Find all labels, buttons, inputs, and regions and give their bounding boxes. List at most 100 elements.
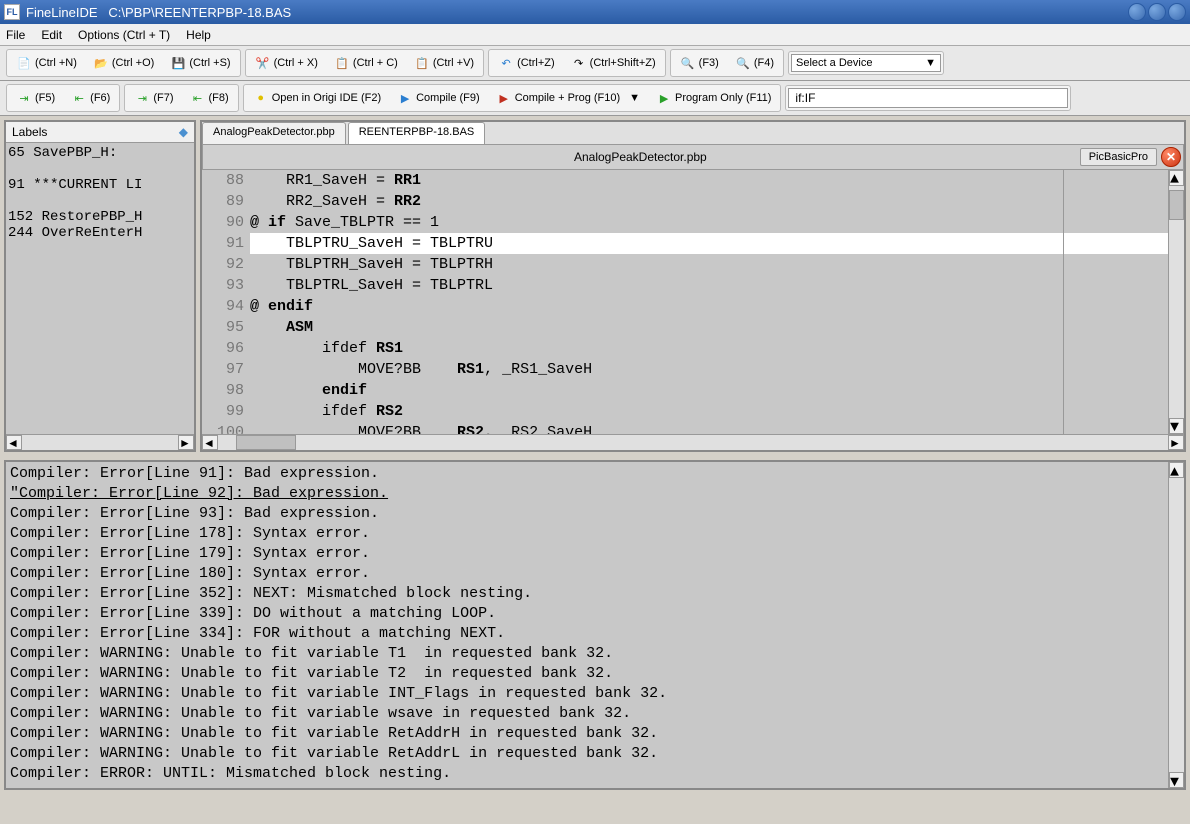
output-line: Compiler: WARNING: Unable to fit variabl… (10, 644, 1180, 664)
open-file-button[interactable]: 📂(Ctrl +O) (86, 52, 161, 74)
scroll-up-button[interactable]: ▲ (1169, 462, 1184, 478)
output-line: Compiler: WARNING: Unable to fit variabl… (10, 724, 1180, 744)
title-bar: FL FineLineIDE C:\PBP\REENTERPBP-18.BAS (0, 0, 1190, 24)
code-line[interactable]: ifdef RS1 (250, 338, 1168, 359)
compile-button[interactable]: ▶Compile (F9) (390, 87, 487, 109)
hscroll-thumb[interactable] (236, 435, 296, 450)
menu-options[interactable]: Options (Ctrl + T) (78, 28, 170, 42)
output-vscroll[interactable]: ▲ ▼ (1168, 462, 1184, 788)
circle-icon: ● (253, 90, 269, 106)
redo-button[interactable]: ↷(Ctrl+Shift+Z) (564, 52, 663, 74)
line-gutter: 888990919293949596979899100 (202, 170, 250, 434)
code-line[interactable]: MOVE?BB RS2, RS2 SaveH (250, 422, 1168, 434)
f5-button[interactable]: ⇥(F5) (9, 87, 62, 109)
code-line[interactable]: MOVE?BB RS1, _RS1_SaveH (250, 359, 1168, 380)
scroll-right-button[interactable]: ► (178, 435, 194, 450)
close-editor-button[interactable]: ✕ (1161, 147, 1181, 167)
sidebar-header[interactable]: Labels ◆ (6, 122, 194, 143)
output-line: Compiler: Error[Line 93]: Bad expression… (10, 504, 1180, 524)
code-line[interactable]: RR1_SaveH = RR1 (250, 170, 1168, 191)
scroll-right-button[interactable]: ► (1168, 435, 1184, 450)
toolbar-row-1: 📄(Ctrl +N) 📂(Ctrl +O) 💾(Ctrl +S) ✂️(Ctrl… (0, 46, 1190, 81)
main-area: Labels ◆ 65 SavePBP_H: 91 ***CURRENT LI … (0, 116, 1190, 456)
menu-bar: File Edit Options (Ctrl + T) Help (0, 24, 1190, 46)
sidebar-item[interactable]: 65 SavePBP_H: (8, 145, 192, 161)
f6-button[interactable]: ⇤(F6) (64, 87, 117, 109)
sidebar-hscroll[interactable]: ◄ ► (6, 434, 194, 450)
menu-edit[interactable]: Edit (41, 28, 62, 42)
scroll-left-button[interactable]: ◄ (6, 435, 22, 450)
editor-hscroll[interactable]: ◄ ► (202, 434, 1184, 450)
scroll-down-button[interactable]: ▼ (1169, 418, 1184, 434)
title-text: FineLineIDE C:\PBP\REENTERPBP-18.BAS (26, 5, 1128, 20)
maximize-button[interactable] (1148, 3, 1166, 21)
ruler-line (1063, 170, 1064, 434)
outdent-icon: ⇤ (190, 90, 206, 106)
sidebar-item[interactable]: 244 OverReEnterH (8, 225, 192, 241)
copy-button[interactable]: 📋(Ctrl + C) (327, 52, 405, 74)
scroll-thumb[interactable] (1169, 190, 1184, 220)
code-line[interactable]: @ if Save_TBLPTR == 1 (250, 212, 1168, 233)
editor-area: AnalogPeakDetector.pbpREENTERPBP-18.BAS … (200, 120, 1186, 452)
f8-button[interactable]: ⇤(F8) (183, 87, 236, 109)
code-line[interactable]: TBLPTRU_SaveH = TBLPTRU (250, 233, 1168, 254)
code-line[interactable]: ifdef RS2 (250, 401, 1168, 422)
document-icon: 📄 (16, 55, 32, 71)
code-line[interactable]: endif (250, 380, 1168, 401)
indent-icon: ⇥ (134, 90, 150, 106)
sidebar-item[interactable]: 152 RestorePBP_H (8, 209, 192, 225)
app-icon: FL (4, 4, 20, 20)
output-line: Compiler: Error[Line 334]: FOR without a… (10, 624, 1180, 644)
compiler-output[interactable]: Compiler: Error[Line 91]: Bad expression… (4, 460, 1186, 790)
editor-tab[interactable]: AnalogPeakDetector.pbp (202, 122, 346, 144)
save-icon: 💾 (170, 55, 186, 71)
code-line[interactable]: TBLPTRL_SaveH = TBLPTRL (250, 275, 1168, 296)
editor-title: AnalogPeakDetector.pbp (203, 148, 1078, 166)
toolbar-row-2: ⇥(F5) ⇤(F6) ⇥(F7) ⇤(F8) ●Open in Origi I… (0, 81, 1190, 116)
code-line[interactable]: RR2_SaveH = RR2 (250, 191, 1168, 212)
device-select[interactable]: Select a Device▼ (791, 54, 941, 72)
menu-help[interactable]: Help (186, 28, 211, 42)
code-line[interactable]: ASM (250, 317, 1168, 338)
find-button[interactable]: 🔍(F3) (673, 52, 726, 74)
sidebar-body[interactable]: 65 SavePBP_H: 91 ***CURRENT LI 152 Resto… (6, 143, 194, 434)
output-line: Compiler: ERROR: UNTIL: Mismatched block… (10, 764, 1180, 784)
sidebar-item[interactable]: 91 ***CURRENT LI (8, 177, 192, 193)
scroll-up-button[interactable]: ▲ (1169, 170, 1184, 186)
cut-button[interactable]: ✂️(Ctrl + X) (248, 52, 325, 74)
paste-button[interactable]: 📋(Ctrl +V) (407, 52, 481, 74)
output-line: Compiler: Error[Line 178]: Syntax error. (10, 524, 1180, 544)
minimize-button[interactable] (1128, 3, 1146, 21)
program-only-button[interactable]: ▶Program Only (F11) (649, 87, 778, 109)
scroll-down-button[interactable]: ▼ (1169, 772, 1184, 788)
paste-icon: 📋 (414, 55, 430, 71)
code-line[interactable]: @ endif (250, 296, 1168, 317)
editor-tab[interactable]: REENTERPBP-18.BAS (348, 122, 486, 144)
open-ide-button[interactable]: ●Open in Origi IDE (F2) (246, 87, 388, 109)
menu-file[interactable]: File (6, 28, 25, 42)
output-line: Compiler: WARNING: Unable to fit variabl… (10, 744, 1180, 764)
if-snippet-box[interactable]: if:IF (788, 88, 1068, 108)
f7-button[interactable]: ⇥(F7) (127, 87, 180, 109)
labels-sidebar: Labels ◆ 65 SavePBP_H: 91 ***CURRENT LI … (4, 120, 196, 452)
undo-button[interactable]: ↶(Ctrl+Z) (491, 52, 562, 74)
play-icon: ▶ (496, 90, 512, 106)
close-window-button[interactable] (1168, 3, 1186, 21)
code-area[interactable]: 888990919293949596979899100 RR1_SaveH = … (202, 170, 1184, 434)
indent-icon: ⇥ (16, 90, 32, 106)
chevron-down-icon: ▼ (925, 57, 936, 69)
scroll-left-button[interactable]: ◄ (202, 435, 218, 450)
new-file-button[interactable]: 📄(Ctrl +N) (9, 52, 84, 74)
code-lines[interactable]: RR1_SaveH = RR1 RR2_SaveH = RR2@ if Save… (250, 170, 1168, 434)
chevron-down-icon[interactable]: ▼ (629, 92, 640, 104)
diamond-icon: ◆ (179, 125, 188, 139)
output-line: Compiler: Error[Line 179]: Syntax error. (10, 544, 1180, 564)
code-line[interactable]: TBLPTRH_SaveH = TBLPTRH (250, 254, 1168, 275)
compile-prog-button[interactable]: ▶Compile + Prog (F10)▼ (489, 87, 647, 109)
find-next-button[interactable]: 🔍(F4) (728, 52, 781, 74)
folder-open-icon: 📂 (93, 55, 109, 71)
editor-vscroll[interactable]: ▲ ▼ (1168, 170, 1184, 434)
save-file-button[interactable]: 💾(Ctrl +S) (163, 52, 237, 74)
sidebar-item[interactable] (8, 193, 192, 209)
sidebar-item[interactable] (8, 161, 192, 177)
